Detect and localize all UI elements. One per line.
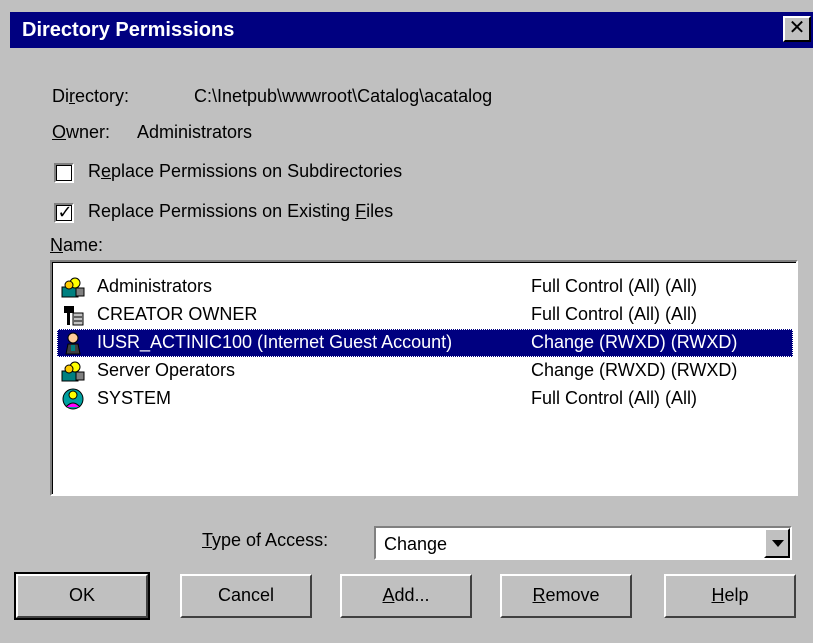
list-item-selected[interactable]: IUSR_ACTINIC100 (Internet Guest Account)… [57, 329, 793, 357]
creator-owner-icon [64, 306, 84, 326]
group-icon [61, 277, 85, 298]
help-button[interactable]: Help [664, 574, 796, 618]
account-name: IUSR_ACTINIC100 (Internet Guest Account) [97, 332, 453, 352]
owner-value: Administrators [137, 122, 253, 142]
name-label: Name: [50, 235, 104, 255]
group-icon [61, 361, 85, 382]
access-level: Change (RWXD) (RWXD) [531, 360, 738, 380]
dropdown-button[interactable] [764, 528, 790, 558]
ok-button[interactable]: OK [14, 572, 150, 620]
replace-subdirectories-label[interactable]: Replace Permissions on Subdirectories [88, 161, 402, 182]
chevron-down-icon [772, 540, 784, 547]
account-name: Administrators [97, 276, 213, 296]
cancel-button[interactable]: Cancel [180, 574, 312, 618]
account-name: CREATOR OWNER [97, 304, 258, 324]
directory-permissions-dialog: Directory Permissions ✕ Directory: C:\In… [0, 0, 813, 643]
replace-existing-files-label[interactable]: Replace Permissions on Existing Files [88, 201, 393, 222]
access-level: Change (RWXD) (RWXD) [531, 332, 738, 352]
title-bar[interactable]: Directory Permissions ✕ [10, 12, 813, 48]
system-icon [62, 388, 84, 410]
checkmark-icon: ✓ [57, 202, 73, 222]
account-name: SYSTEM [97, 388, 172, 408]
close-icon: ✕ [788, 17, 806, 39]
permissions-list[interactable]: Administrators Full Control (All) (All) … [50, 260, 798, 496]
access-level: Full Control (All) (All) [531, 304, 698, 324]
close-button[interactable]: ✕ [783, 16, 811, 42]
access-level: Full Control (All) (All) [531, 276, 698, 296]
list-item[interactable]: Administrators Full Control (All) (All) [57, 273, 793, 301]
owner-label: Owner: [52, 122, 111, 142]
add-button[interactable]: Add... [340, 574, 472, 618]
list-item[interactable]: SYSTEM Full Control (All) (All) [57, 385, 793, 413]
list-item[interactable]: Server Operators Change (RWXD) (RWXD) [57, 357, 793, 385]
type-of-access-value: Change [384, 534, 448, 554]
directory-path: C:\Inetpub\wwwroot\Catalog\acatalog [194, 86, 493, 106]
replace-subdirectories-checkbox[interactable] [54, 163, 74, 183]
remove-button[interactable]: Remove [500, 574, 632, 618]
type-of-access-label: Type of Access: [202, 530, 329, 550]
checkbox-mark [56, 161, 74, 179]
type-of-access-select[interactable]: Change [374, 526, 792, 560]
account-name: Server Operators [97, 360, 236, 380]
access-level: Full Control (All) (All) [531, 388, 698, 408]
list-item[interactable]: CREATOR OWNER Full Control (All) (All) [57, 301, 793, 329]
window-title: Directory Permissions [22, 19, 235, 41]
user-icon [65, 332, 81, 355]
directory-label: Directory: [52, 86, 130, 106]
replace-existing-files-checkbox[interactable]: ✓ [54, 202, 74, 223]
